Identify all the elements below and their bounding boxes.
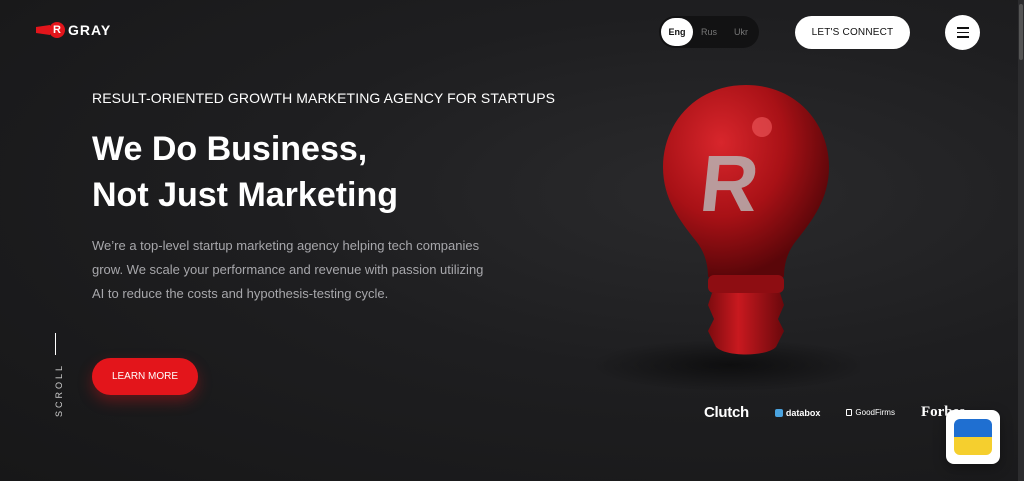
partner-logos: Clutch databox GoodFirms Forbes <box>704 404 965 421</box>
partner-clutch[interactable]: Clutch <box>704 404 749 421</box>
hero-subtitle: RESULT-ORIENTED GROWTH MARKETING AGENCY … <box>92 90 556 106</box>
ukraine-flag-icon <box>954 419 992 455</box>
ukraine-flag-widget[interactable] <box>946 410 1000 464</box>
hero-headline: We Do Business, Not Just Marketing <box>92 126 542 218</box>
databox-logo-text: databox <box>785 407 821 418</box>
headline-line-2: Not Just Marketing <box>92 176 399 214</box>
logo-text: GRAY <box>68 22 112 38</box>
goodfirms-logo-text: GoodFirms <box>855 408 895 417</box>
site-header: R GRAY Eng Rus Ukr LET'S CONNECT <box>0 0 1024 64</box>
hamburger-icon <box>956 27 969 29</box>
logo-letter: R <box>49 22 65 38</box>
bulb-letter: R <box>696 138 763 228</box>
databox-icon <box>774 408 783 417</box>
scroll-indicator[interactable]: SCROLL <box>48 333 64 423</box>
scroll-label: SCROLL <box>54 362 65 418</box>
lets-connect-button[interactable]: LET'S CONNECT <box>795 16 910 49</box>
lightbulb-icon: R <box>590 85 870 391</box>
lang-eng[interactable]: Eng <box>661 18 693 46</box>
lang-ukr[interactable]: Ukr <box>725 18 757 46</box>
scrollbar-thumb[interactable] <box>1019 4 1023 60</box>
clutch-logo-text: Clutch <box>704 404 749 421</box>
headline-line-1: We Do Business, <box>92 130 368 168</box>
logo[interactable]: R GRAY <box>36 22 111 38</box>
learn-more-button[interactable]: LEARN MORE <box>92 358 198 395</box>
scroll-line <box>55 333 56 355</box>
partner-databox[interactable]: databox <box>774 407 821 418</box>
logo-icon: R <box>36 22 65 38</box>
goodfirms-icon <box>846 409 853 416</box>
menu-button[interactable] <box>945 15 980 50</box>
language-switcher: Eng Rus Ukr <box>659 16 759 48</box>
hero-illustration: R <box>500 75 870 405</box>
hero-description: We’re a top-level startup marketing agen… <box>92 238 484 301</box>
partner-goodfirms[interactable]: GoodFirms <box>846 408 895 417</box>
lang-rus[interactable]: Rus <box>693 18 725 46</box>
page-scrollbar[interactable] <box>1018 0 1024 481</box>
